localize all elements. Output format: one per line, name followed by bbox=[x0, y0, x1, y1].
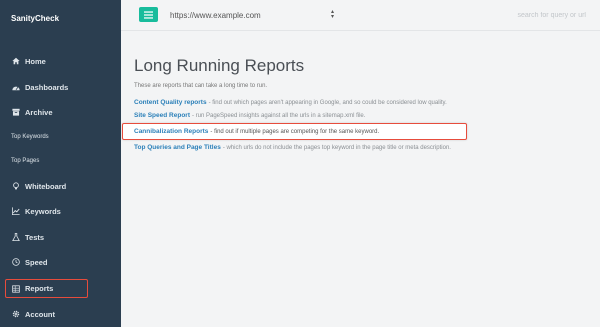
page-intro: These are reports that can take a long t… bbox=[134, 83, 268, 89]
bulb-icon bbox=[11, 182, 20, 191]
sidebar-item-label: Tests bbox=[25, 232, 45, 242]
sidebar-item-top-keywords[interactable]: Top Keywords bbox=[0, 127, 121, 147]
sidebar-item-label: Keywords bbox=[25, 206, 61, 216]
sidebar-item-dashboards[interactable]: Dashboards bbox=[0, 77, 121, 97]
report-row: Top Queries and Page Titles - which urls… bbox=[134, 141, 584, 154]
sidebar-item-label: Speed bbox=[25, 257, 48, 267]
sidebar-item-label: Archive bbox=[25, 107, 53, 117]
sidebar-item-keywords[interactable]: Keywords bbox=[0, 201, 121, 221]
sidebar-item-top-pages[interactable]: Top Pages bbox=[0, 151, 121, 171]
sidebar-item-label: Whiteboard bbox=[25, 181, 67, 191]
report-description: - which urls do not include the pages to… bbox=[222, 144, 451, 151]
report-row-highlighted: Cannibalization Reports - find out if mu… bbox=[122, 123, 467, 140]
report-link-site-speed[interactable]: Site Speed Report bbox=[134, 112, 190, 119]
gear-icon bbox=[11, 310, 20, 319]
report-description: - find out if multiple pages are competi… bbox=[210, 128, 380, 135]
sidebar-item-label: Top Keywords bbox=[11, 134, 49, 140]
sidebar-item-archive[interactable]: Archive bbox=[0, 102, 121, 122]
sidebar-item-label: Account bbox=[25, 309, 55, 319]
sidebar-item-tests[interactable]: Tests bbox=[0, 227, 121, 247]
sidebar-item-label: Top Pages bbox=[11, 158, 40, 164]
archive-icon bbox=[11, 108, 20, 117]
reports-icon bbox=[11, 284, 20, 293]
chart-icon bbox=[11, 207, 20, 216]
menu-toggle-button[interactable] bbox=[139, 7, 158, 22]
app-brand[interactable]: SanityCheck bbox=[11, 14, 59, 23]
sidebar-item-label: Dashboards bbox=[25, 82, 69, 92]
sidebar-item-home[interactable]: Home bbox=[0, 51, 121, 71]
sidebar-item-label: Home bbox=[25, 56, 46, 66]
report-link-cannibalization[interactable]: Cannibalization Reports bbox=[134, 128, 208, 135]
search-input[interactable] bbox=[486, 8, 586, 22]
home-icon bbox=[11, 57, 20, 66]
select-arrows-icon: ▴ ▾ bbox=[330, 9, 334, 20]
sidebar-item-whiteboard[interactable]: Whiteboard bbox=[0, 176, 121, 196]
report-row: Site Speed Report - run PageSpeed insigh… bbox=[134, 109, 584, 122]
main-content: Long Running Reports These are reports t… bbox=[122, 56, 584, 154]
hamburger-icon bbox=[144, 10, 153, 19]
report-row: Content Quality reports - find out which… bbox=[134, 96, 584, 109]
sidebar: SanityCheck Home Dashboards Archive Top … bbox=[0, 0, 121, 327]
report-link-content-quality[interactable]: Content Quality reports bbox=[134, 99, 207, 106]
sidebar-item-reports[interactable]: Reports bbox=[5, 279, 88, 298]
sidebar-item-speed[interactable]: Speed bbox=[0, 252, 121, 272]
sidebar-item-label: Reports bbox=[25, 284, 54, 293]
sidebar-item-account[interactable]: Account bbox=[0, 304, 121, 324]
flask-icon bbox=[11, 233, 20, 242]
top-bar: https://www.example.com ▴ ▾ bbox=[121, 0, 600, 31]
page-title: Long Running Reports bbox=[134, 56, 305, 75]
report-link-top-queries[interactable]: Top Queries and Page Titles bbox=[134, 144, 221, 151]
report-description: - find out which pages aren't appearing … bbox=[208, 99, 447, 106]
clock-icon bbox=[11, 258, 20, 267]
site-url-value: https://www.example.com bbox=[170, 10, 261, 20]
dashboard-icon bbox=[11, 83, 20, 92]
report-description: - run PageSpeed insights against all the… bbox=[191, 112, 366, 119]
site-url-select[interactable]: https://www.example.com ▴ ▾ bbox=[170, 8, 334, 22]
